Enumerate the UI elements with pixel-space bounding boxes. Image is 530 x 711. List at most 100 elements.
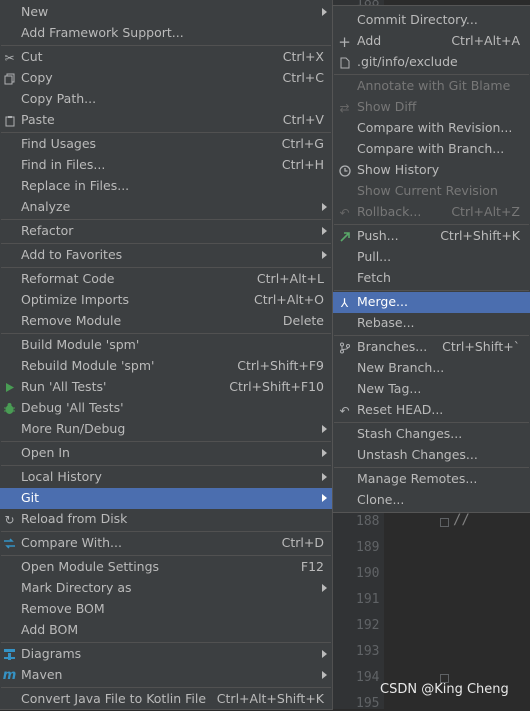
git-fetch[interactable]: Fetch <box>333 268 530 289</box>
menu-separator <box>334 290 529 291</box>
menu-item-open-module-settings[interactable]: Open Module Settings F12 <box>0 557 332 578</box>
menu-item-label: Commit Directory... <box>357 12 478 27</box>
git-new-tag[interactable]: New Tag... <box>333 379 530 400</box>
menu-item-label: Reformat Code <box>21 271 115 286</box>
menu-item-shortcut: F12 <box>300 559 324 574</box>
git-compare-with-revision[interactable]: Compare with Revision... <box>333 118 530 139</box>
git-add[interactable]: + Add Ctrl+Alt+A <box>333 31 530 52</box>
git-reset-head[interactable]: ↶ Reset HEAD... <box>333 400 530 421</box>
git-annotate-blame[interactable]: Annotate with Git Blame <box>333 76 530 97</box>
submenu-arrow-icon <box>322 251 327 259</box>
menu-item-analyze[interactable]: Analyze <box>0 197 332 218</box>
menu-item-label: Rebuild Module 'spm' <box>21 358 155 373</box>
compare-icon <box>2 536 17 551</box>
line-number: 192 <box>356 618 380 633</box>
plus-icon: + <box>338 32 351 51</box>
menu-item-label: Optimize Imports <box>21 292 130 307</box>
git-rollback[interactable]: ↶ Rollback... Ctrl+Alt+Z <box>333 202 530 223</box>
fold-marker-icon[interactable] <box>440 518 449 527</box>
git-clone[interactable]: Clone... <box>333 490 530 511</box>
menu-item-diagrams[interactable]: Diagrams <box>0 644 332 665</box>
git-compare-with-branch[interactable]: Compare with Branch... <box>333 139 530 160</box>
menu-item-label: Remove Module <box>21 313 122 328</box>
menu-item-label: Remove BOM <box>21 601 105 616</box>
debug-icon <box>2 401 17 416</box>
menu-item-copy-path[interactable]: Copy Path... <box>0 89 332 110</box>
menu-item-remove-bom[interactable]: Remove BOM <box>0 599 332 620</box>
menu-separator <box>1 642 331 643</box>
menu-item-label: Maven <box>21 667 63 682</box>
menu-item-add-to-favorites[interactable]: Add to Favorites <box>0 245 332 266</box>
git-rebase[interactable]: Rebase... <box>333 313 530 334</box>
menu-item-refactor[interactable]: Refactor <box>0 221 332 242</box>
line-number: 191 <box>356 592 380 607</box>
menu-separator <box>1 267 331 268</box>
menu-item-reload-from-disk[interactable]: ↻ Reload from Disk <box>0 509 332 530</box>
menu-item-convert-java-to-kotlin[interactable]: Convert Java File to Kotlin File Ctrl+Al… <box>0 689 332 710</box>
menu-item-shortcut: Ctrl+D <box>281 535 324 550</box>
menu-item-debug-all-tests[interactable]: Debug 'All Tests' <box>0 398 332 419</box>
menu-item-optimize-imports[interactable]: Optimize Imports Ctrl+Alt+O <box>0 290 332 311</box>
menu-item-run-all-tests[interactable]: Run 'All Tests' Ctrl+Shift+F10 <box>0 377 332 398</box>
menu-item-remove-module[interactable]: Remove Module Delete <box>0 311 332 332</box>
submenu-arrow-icon <box>322 584 327 592</box>
git-push[interactable]: Push... Ctrl+Shift+K <box>333 226 530 247</box>
menu-item-shortcut: Ctrl+Alt+A <box>451 33 520 48</box>
menu-item-label: Paste <box>21 112 55 127</box>
git-stash-changes[interactable]: Stash Changes... <box>333 424 530 445</box>
menu-item-label: Show Current Revision <box>357 183 498 198</box>
menu-separator <box>1 531 331 532</box>
menu-separator <box>334 422 529 423</box>
submenu-arrow-icon <box>322 8 327 16</box>
menu-item-label: Push... <box>357 228 399 243</box>
git-show-history[interactable]: Show History <box>333 160 530 181</box>
menu-separator <box>1 687 331 688</box>
menu-item-reformat-code[interactable]: Reformat Code Ctrl+Alt+L <box>0 269 332 290</box>
git-branches[interactable]: Branches... Ctrl+Shift+` <box>333 337 530 358</box>
line-number: 189 <box>356 540 380 555</box>
submenu-arrow-icon <box>322 650 327 658</box>
menu-item-shortcut: Ctrl+Alt+Z <box>451 204 520 219</box>
menu-item-shortcut: Ctrl+Alt+Shift+K <box>216 691 324 706</box>
menu-item-mark-directory-as[interactable]: Mark Directory as <box>0 578 332 599</box>
line-number: 193 <box>356 644 380 659</box>
menu-item-rebuild-module[interactable]: Rebuild Module 'spm' Ctrl+Shift+F9 <box>0 356 332 377</box>
git-show-current-revision[interactable]: Show Current Revision <box>333 181 530 202</box>
menu-item-add-framework-support[interactable]: Add Framework Support... <box>0 23 332 44</box>
menu-item-paste[interactable]: Paste Ctrl+V <box>0 110 332 131</box>
menu-separator <box>334 467 529 468</box>
menu-item-new[interactable]: New <box>0 2 332 23</box>
menu-item-label: Add BOM <box>21 622 79 637</box>
menu-item-label: Cut <box>21 49 43 64</box>
menu-item-cut[interactable]: ✂ Cut Ctrl+X <box>0 47 332 68</box>
git-info-exclude[interactable]: .git/info/exclude <box>333 52 530 73</box>
menu-separator <box>1 219 331 220</box>
menu-item-find-in-files[interactable]: Find in Files... Ctrl+H <box>0 155 332 176</box>
git-commit-directory[interactable]: Commit Directory... <box>333 10 530 31</box>
menu-item-replace-in-files[interactable]: Replace in Files... <box>0 176 332 197</box>
menu-item-more-run-debug[interactable]: More Run/Debug <box>0 419 332 440</box>
git-unstash-changes[interactable]: Unstash Changes... <box>333 445 530 466</box>
menu-item-label: Rollback... <box>357 204 422 219</box>
menu-item-build-module[interactable]: Build Module 'spm' <box>0 335 332 356</box>
git-pull[interactable]: Pull... <box>333 247 530 268</box>
menu-item-add-bom[interactable]: Add BOM <box>0 620 332 641</box>
menu-item-label: Mark Directory as <box>21 580 132 595</box>
git-new-branch[interactable]: New Branch... <box>333 358 530 379</box>
submenu-arrow-icon <box>322 671 327 679</box>
menu-item-local-history[interactable]: Local History <box>0 467 332 488</box>
menu-item-shortcut: Ctrl+C <box>282 70 324 85</box>
git-manage-remotes[interactable]: Manage Remotes... <box>333 469 530 490</box>
menu-item-copy[interactable]: Copy Ctrl+C <box>0 68 332 89</box>
maven-icon: m <box>2 668 17 683</box>
git-show-diff[interactable]: ⇄ Show Diff <box>333 97 530 118</box>
menu-item-shortcut: Ctrl+Alt+O <box>254 292 324 307</box>
menu-item-compare-with[interactable]: Compare With... Ctrl+D <box>0 533 332 554</box>
git-merge[interactable]: ⅄ Merge... <box>333 292 530 313</box>
menu-item-find-usages[interactable]: Find Usages Ctrl+G <box>0 134 332 155</box>
menu-item-git[interactable]: Git <box>0 488 332 509</box>
menu-item-label: Debug 'All Tests' <box>21 400 124 415</box>
menu-item-maven[interactable]: m Maven <box>0 665 332 686</box>
rollback-icon: ↶ <box>339 205 350 220</box>
menu-item-open-in[interactable]: Open In <box>0 443 332 464</box>
